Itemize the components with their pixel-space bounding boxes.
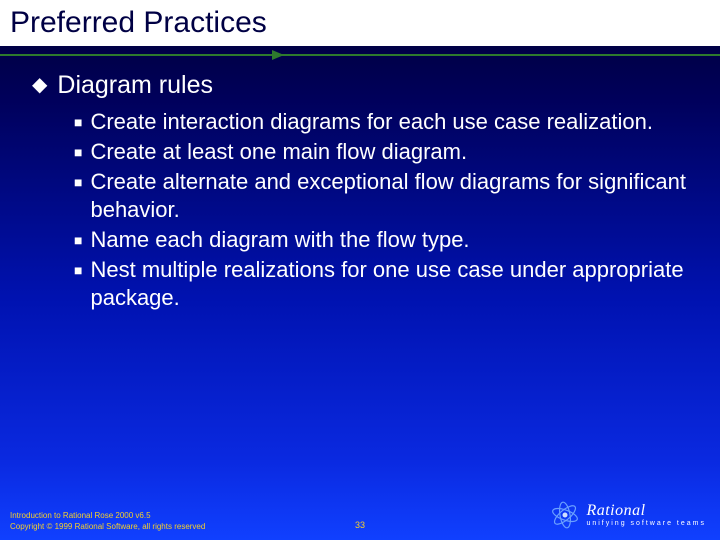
bullet-text: Nest multiple realizations for one use c… xyxy=(90,256,690,312)
bullet-text: Create alternate and exceptional flow di… xyxy=(90,168,690,224)
diamond-bullet-icon: ◆ xyxy=(30,70,47,100)
section-heading-row: ◆ Diagram rules xyxy=(30,70,690,100)
arrowhead-icon xyxy=(272,50,284,60)
logo-tagline: unifying software teams xyxy=(586,520,706,527)
brand-logo: Rational unifying software teams xyxy=(550,500,706,530)
title-underline xyxy=(0,52,720,60)
square-bullet-icon: ■ xyxy=(74,168,82,196)
bullet-text: Create interaction diagrams for each use… xyxy=(90,108,653,136)
list-item: ■ Create alternate and exceptional flow … xyxy=(74,168,690,224)
footer-text: Introduction to Rational Rose 2000 v6.5 … xyxy=(10,510,205,532)
square-bullet-icon: ■ xyxy=(74,256,82,284)
bullet-text: Name each diagram with the flow type. xyxy=(90,226,469,254)
content-area: ◆ Diagram rules ■ Create interaction dia… xyxy=(0,46,720,312)
square-bullet-icon: ■ xyxy=(74,226,82,254)
list-item: ■ Name each diagram with the flow type. xyxy=(74,226,690,254)
logo-text: Rational unifying software teams xyxy=(586,503,706,527)
footer-line-1: Introduction to Rational Rose 2000 v6.5 xyxy=(10,510,205,521)
title-bar: Preferred Practices xyxy=(0,0,720,46)
bullet-list: ■ Create interaction diagrams for each u… xyxy=(30,108,690,312)
list-item: ■ Nest multiple realizations for one use… xyxy=(74,256,690,312)
list-item: ■ Create at least one main flow diagram. xyxy=(74,138,690,166)
list-item: ■ Create interaction diagrams for each u… xyxy=(74,108,690,136)
logo-brand: Rational xyxy=(586,503,706,519)
logo-mark-icon xyxy=(550,500,580,530)
square-bullet-icon: ■ xyxy=(74,108,82,136)
slide-title: Preferred Practices xyxy=(10,6,710,40)
page-number: 33 xyxy=(355,520,365,530)
footer-line-2: Copyright © 1999 Rational Software, all … xyxy=(10,521,205,532)
bullet-text: Create at least one main flow diagram. xyxy=(90,138,467,166)
square-bullet-icon: ■ xyxy=(74,138,82,166)
rule-line xyxy=(0,54,720,56)
section-heading: Diagram rules xyxy=(57,70,213,100)
slide: Preferred Practices ◆ Diagram rules ■ Cr… xyxy=(0,0,720,540)
